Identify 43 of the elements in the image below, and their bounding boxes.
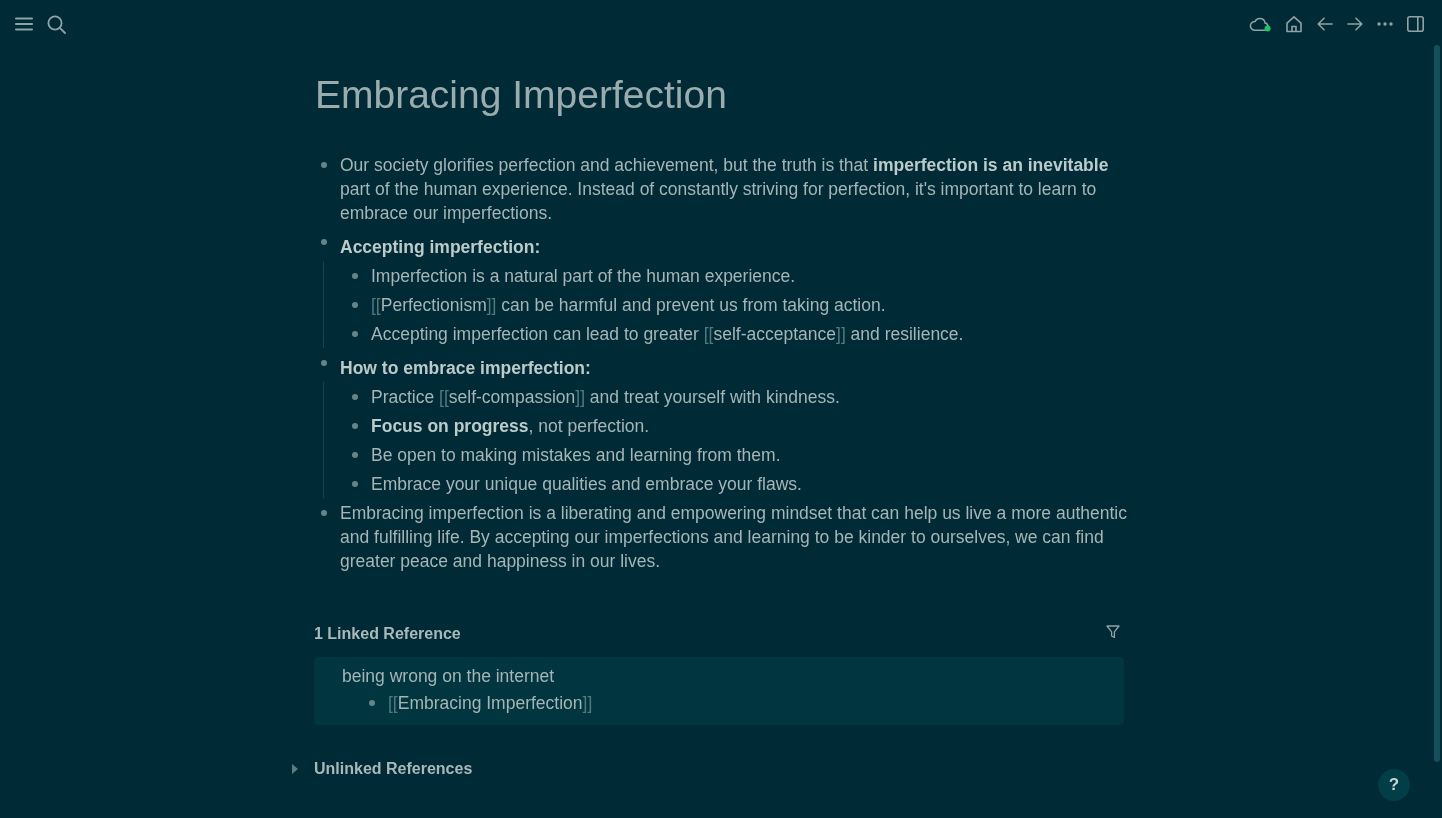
bullet-icon[interactable] (321, 162, 327, 168)
bullet-icon[interactable] (352, 393, 358, 400)
filter-icon[interactable] (1106, 625, 1120, 639)
block-text: Accepting imperfection: (340, 236, 542, 259)
arrow-right-icon[interactable] (1347, 17, 1363, 31)
menu-icon[interactable] (15, 17, 33, 31)
block-text: Be open to making mistakes and learning from them. (371, 443, 782, 467)
block-text: How to embrace imperfection: (340, 357, 592, 380)
block-text: Imperfection is a natural part of the human experience. (371, 264, 797, 288)
page-reference[interactable]: [[Perfectionism]] (371, 294, 497, 315)
block-text: Embrace your unique qualities and embrace your flaws. (371, 472, 803, 496)
section-heading: 1 Linked Reference (314, 624, 461, 644)
section-heading[interactable]: Unlinked References (314, 757, 473, 781)
caret-icon[interactable] (292, 764, 298, 774)
page-title: Embracing Imperfection (314, 72, 728, 118)
page-link[interactable]: being wrong on the internet (342, 664, 555, 688)
bullet-icon[interactable] (352, 330, 358, 337)
block-text: Our society glorifies perfection and achievement, but the truth is that imperfection is an inevitable part of the human experience. Instead of constantly striving for perfection, it's important to learn to embrace our imperfections. (340, 154, 1110, 225)
help-button[interactable]: ? (1378, 769, 1410, 801)
bullet-icon[interactable] (352, 451, 358, 458)
bullet-icon[interactable] (352, 301, 358, 308)
block-text: Focus on progress, not perfection. (371, 414, 651, 438)
scrollbar-thumb[interactable] (1434, 45, 1440, 762)
bullet-icon[interactable] (321, 239, 327, 245)
bullet-icon[interactable] (321, 360, 327, 366)
block-text: Embracing imperfection is a liberating and empowering mindset that can help us live a more authentic and fulfilling life. By accepting our imperfections and learning to be kinder to ourselves, we can find greater peace and happiness in our lives. (340, 502, 1128, 573)
bullet-icon[interactable] (352, 422, 358, 429)
bullet-icon[interactable] (352, 272, 358, 279)
search-icon[interactable] (47, 14, 66, 34)
page-reference[interactable]: [[self-compassion]] (439, 386, 585, 407)
page-reference[interactable]: [[self-acceptance]] (703, 323, 846, 344)
bullet-icon[interactable] (321, 510, 327, 516)
sidebar-icon[interactable] (1407, 16, 1424, 32)
home-icon[interactable] (1285, 15, 1303, 33)
block-text: [[Perfectionism]] can be harmful and prevent us from taking action. (371, 293, 887, 317)
page-reference[interactable]: [[Embracing Imperfection]] (388, 692, 593, 713)
block-text: Accepting imperfection can lead to greater [[self-acceptance]] and resilience. (371, 322, 965, 346)
bullet-icon[interactable] (369, 699, 375, 706)
cloud-icon[interactable] (1249, 16, 1271, 32)
more-icon[interactable] (1377, 22, 1393, 26)
bullet-icon[interactable] (352, 480, 358, 487)
arrow-left-icon[interactable] (1317, 17, 1333, 31)
block-text: Practice [[self-compassion]] and treat yourself with kindness. (371, 385, 841, 409)
